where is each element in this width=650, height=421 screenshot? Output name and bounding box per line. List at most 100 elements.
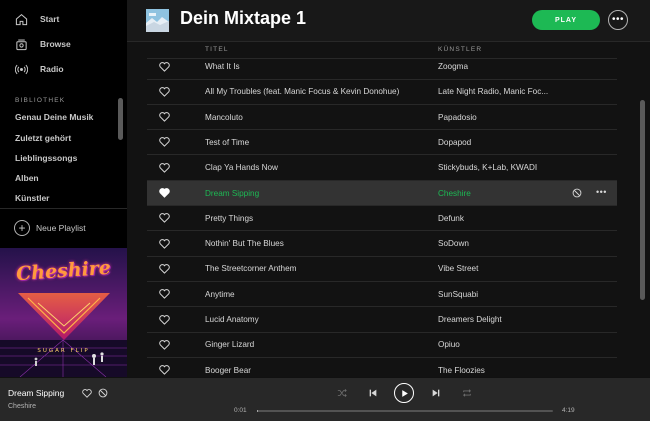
block-icon[interactable] bbox=[98, 388, 108, 398]
heart-icon[interactable] bbox=[159, 213, 170, 224]
heart-icon[interactable] bbox=[159, 137, 170, 148]
plus-icon: + bbox=[14, 220, 30, 236]
heart-icon[interactable] bbox=[159, 112, 170, 122]
heart-icon[interactable] bbox=[82, 389, 92, 398]
more-options-button[interactable]: ••• bbox=[608, 10, 628, 30]
heart-icon[interactable] bbox=[159, 86, 170, 97]
track-title[interactable]: Nothin' But The Blues bbox=[205, 239, 284, 248]
library-item-liked-songs[interactable]: Lieblingssongs bbox=[15, 153, 77, 163]
track-artist[interactable]: Vibe Street bbox=[438, 264, 478, 273]
column-header-title[interactable]: TITEL bbox=[205, 46, 229, 53]
elapsed-time: 0:01 bbox=[234, 407, 247, 414]
tracklist-scrollbar[interactable] bbox=[640, 100, 645, 300]
nav-label: Browse bbox=[40, 39, 71, 49]
progress-bar[interactable] bbox=[257, 410, 553, 412]
track-artist[interactable]: Cheshire bbox=[438, 189, 471, 198]
table-row[interactable]: Nothin' But The Blues SoDown bbox=[147, 232, 617, 257]
table-row[interactable]: Booger Bear The Floozies bbox=[147, 358, 617, 377]
track-title[interactable]: Dream Sipping bbox=[205, 189, 259, 198]
repeat-icon[interactable] bbox=[461, 387, 473, 399]
library-item-recently-played[interactable]: Zuletzt gehört bbox=[15, 133, 71, 143]
table-row[interactable]: Mancoluto Papadosio bbox=[147, 105, 617, 131]
play-button[interactable]: PLAY bbox=[532, 10, 600, 30]
row-more-button[interactable]: ••• bbox=[596, 187, 607, 197]
now-playing-cover-art[interactable]: Cheshire SUGAR FLIP bbox=[0, 248, 127, 377]
new-playlist-label: Neue Playlist bbox=[36, 223, 86, 233]
playlist-header: Dein Mixtape 1 PLAY ••• bbox=[127, 0, 650, 42]
sidebar-divider bbox=[0, 208, 127, 209]
track-title[interactable]: Ginger Lizard bbox=[205, 340, 254, 349]
track-artist[interactable]: Stickybuds, K+Lab, KWADI bbox=[438, 163, 537, 172]
track-title[interactable]: Mancoluto bbox=[205, 113, 243, 122]
playlist-thumbnail[interactable] bbox=[146, 9, 169, 32]
track-artist[interactable]: Opiuo bbox=[438, 340, 460, 349]
library-item-artists[interactable]: Künstler bbox=[15, 193, 49, 203]
nav-item-radio[interactable]: Radio bbox=[14, 59, 64, 79]
table-row[interactable]: The Streetcorner Anthem Vibe Street bbox=[147, 257, 617, 282]
heart-icon[interactable] bbox=[159, 188, 170, 198]
block-icon[interactable] bbox=[572, 188, 582, 198]
radio-icon bbox=[14, 62, 28, 76]
track-artist[interactable]: The Floozies bbox=[438, 366, 485, 375]
table-row[interactable]: All My Troubles (feat. Manic Focus & Kev… bbox=[147, 80, 617, 105]
player-bar: Dream Sipping Cheshire 0:01 4:19 bbox=[0, 377, 650, 421]
track-title[interactable]: All My Troubles (feat. Manic Focus & Kev… bbox=[205, 87, 399, 96]
progress-fill bbox=[257, 410, 259, 412]
nav-item-start[interactable]: Start bbox=[14, 9, 59, 29]
track-title[interactable]: Clap Ya Hands Now bbox=[205, 163, 278, 172]
main-panel: Dein Mixtape 1 PLAY ••• TITEL KÜNSTLER W… bbox=[127, 0, 650, 377]
now-playing-title[interactable]: Dream Sipping bbox=[8, 388, 64, 398]
browse-icon bbox=[14, 37, 28, 51]
sidebar-scrollbar[interactable] bbox=[118, 98, 123, 140]
heart-icon[interactable] bbox=[159, 289, 170, 299]
table-row[interactable]: Pretty Things Defunk bbox=[147, 206, 617, 232]
track-artist[interactable]: Zoogma bbox=[438, 62, 468, 71]
previous-icon[interactable] bbox=[367, 387, 379, 399]
track-artist[interactable]: Dopapod bbox=[438, 138, 471, 147]
heart-icon[interactable] bbox=[159, 314, 170, 325]
new-playlist-button[interactable]: + Neue Playlist bbox=[14, 219, 86, 237]
heart-icon[interactable] bbox=[159, 365, 170, 375]
table-row[interactable]: Ginger Lizard Opiuo bbox=[147, 333, 617, 358]
track-title[interactable]: Pretty Things bbox=[205, 214, 253, 223]
table-row[interactable]: Clap Ya Hands Now Stickybuds, K+Lab, KWAD… bbox=[147, 156, 617, 181]
track-artist[interactable]: Late Night Radio, Manic Foc... bbox=[438, 87, 548, 96]
track-title[interactable]: What It Is bbox=[205, 62, 240, 71]
play-pause-button[interactable] bbox=[394, 383, 414, 403]
table-row[interactable]: Lucid Anatomy Dreamers Delight bbox=[147, 308, 617, 333]
library-heading: BIBLIOTHEK bbox=[15, 97, 66, 104]
home-icon bbox=[14, 12, 28, 26]
shuffle-icon[interactable] bbox=[336, 387, 348, 399]
nav-item-browse[interactable]: Browse bbox=[14, 34, 71, 54]
now-playing-artist[interactable]: Cheshire bbox=[8, 403, 36, 410]
page-title: Dein Mixtape 1 bbox=[180, 8, 307, 28]
library-item-made-for-you[interactable]: Genau Deine Musik bbox=[15, 112, 93, 122]
table-row[interactable]: Anytime SunSquabi bbox=[147, 282, 617, 308]
table-row[interactable]: What It Is Zoogma bbox=[147, 55, 617, 80]
track-title[interactable]: Lucid Anatomy bbox=[205, 315, 259, 324]
nav-label: Start bbox=[40, 14, 60, 24]
library-item-albums[interactable]: Alben bbox=[15, 173, 39, 183]
heart-icon[interactable] bbox=[159, 162, 170, 173]
track-artist[interactable]: Dreamers Delight bbox=[438, 315, 502, 324]
track-artist[interactable]: SoDown bbox=[438, 239, 469, 248]
next-icon[interactable] bbox=[430, 387, 442, 399]
table-row[interactable]: Dream Sipping Cheshire ••• bbox=[147, 181, 617, 206]
track-artist[interactable]: Defunk bbox=[438, 214, 464, 223]
track-title[interactable]: Test of Time bbox=[205, 138, 249, 147]
table-row[interactable]: Test of Time Dopapod bbox=[147, 130, 617, 156]
heart-icon[interactable] bbox=[159, 238, 170, 249]
nav-label: Radio bbox=[40, 64, 64, 74]
track-artist[interactable]: Papadosio bbox=[438, 113, 477, 122]
track-title[interactable]: The Streetcorner Anthem bbox=[205, 264, 296, 273]
track-title[interactable]: Booger Bear bbox=[205, 366, 251, 375]
track-artist[interactable]: SunSquabi bbox=[438, 290, 478, 299]
cover-art-album-text: SUGAR FLIP bbox=[37, 348, 90, 354]
column-header-artist[interactable]: KÜNSTLER bbox=[438, 46, 482, 53]
heart-icon[interactable] bbox=[159, 264, 170, 274]
heart-icon[interactable] bbox=[159, 61, 170, 72]
track-title[interactable]: Anytime bbox=[205, 290, 235, 299]
heart-icon[interactable] bbox=[159, 339, 170, 350]
sidebar: Start Browse Radio BIBLIOTHEK Genau Dein… bbox=[0, 0, 127, 377]
play-icon bbox=[401, 389, 408, 397]
